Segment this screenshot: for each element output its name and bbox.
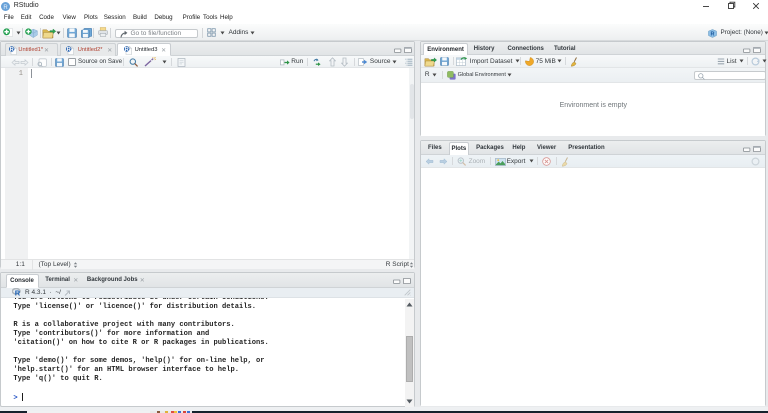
svg-text:R: R (711, 31, 715, 37)
svg-text:R: R (3, 5, 8, 11)
svg-text:R: R (14, 289, 20, 297)
svg-text:R: R (125, 47, 129, 53)
svg-text:R: R (10, 47, 14, 53)
svg-text:R: R (66, 47, 70, 53)
